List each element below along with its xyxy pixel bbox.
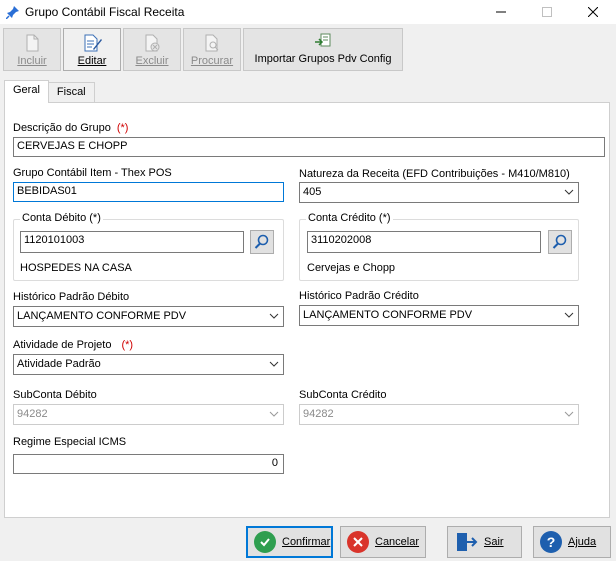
chevron-down-icon: [564, 312, 574, 318]
hist-debito-select[interactable]: LANÇAMENTO CONFORME PDV: [13, 306, 284, 327]
natureza-select[interactable]: 405: [299, 182, 579, 203]
descricao-input[interactable]: CERVEJAS E CHOPP: [13, 137, 605, 157]
conta-credito-title: Conta Crédito (*): [306, 212, 393, 224]
subconta-credito-select: 94282: [299, 404, 579, 425]
procurar-label: Procurar: [190, 55, 234, 67]
regime-label: Regime Especial ICMS: [13, 436, 127, 448]
maximize-icon: [542, 7, 552, 17]
conta-credito-desc: Cervejas e Chopp: [307, 262, 396, 274]
maximize-button: [524, 0, 570, 24]
tab-fiscal[interactable]: Fiscal: [47, 82, 95, 102]
incluir-label: Incluir: [17, 55, 47, 67]
excluir-label: Excluir: [135, 55, 169, 67]
subconta-debito-label: SubConta Débito: [13, 389, 97, 401]
title-bar: Grupo Contábil Fiscal Receita: [0, 0, 616, 24]
conta-debito-desc: HOSPEDES NA CASA: [20, 262, 132, 274]
pin-icon: [6, 6, 19, 19]
close-icon: [588, 7, 598, 17]
chevron-down-icon: [269, 411, 279, 417]
confirmar-button[interactable]: Confirmar: [246, 526, 333, 558]
window-title: Grupo Contábil Fiscal Receita: [25, 5, 185, 19]
hist-credito-select[interactable]: LANÇAMENTO CONFORME PDV: [299, 305, 579, 326]
atividade-label: Atividade de Projeto (*): [13, 339, 133, 351]
conta-debito-input[interactable]: 1120101003: [20, 231, 244, 253]
chevron-down-icon: [564, 411, 574, 417]
atividade-value: Atividade Padrão: [17, 358, 101, 370]
sair-button[interactable]: Sair: [447, 526, 522, 558]
toolbar: Incluir Editar Excluir Procurar Importar…: [0, 26, 616, 72]
conta-credito-search-button[interactable]: [548, 230, 572, 254]
hist-credito-label: Histórico Padrão Crédito: [299, 290, 419, 302]
conta-credito-group: Conta Crédito (*) 3110202008 Cervejas e …: [299, 212, 579, 281]
search-icon: [552, 234, 567, 249]
hist-credito-value: LANÇAMENTO CONFORME PDV: [303, 309, 473, 321]
natureza-label: Natureza da Receita (EFD Contribuições -…: [299, 168, 570, 180]
subconta-credito-label: SubConta Crédito: [299, 389, 387, 401]
tab-area: Geral Fiscal Descrição do Grupo (*) CERVE…: [4, 80, 610, 518]
subconta-debito-select: 94282: [13, 404, 284, 425]
conta-credito-input[interactable]: 3110202008: [307, 231, 541, 253]
grupo-item-label: Grupo Contábil Item - Thex POS: [13, 167, 172, 179]
search-icon: [254, 234, 269, 249]
incluir-button: Incluir: [3, 28, 61, 71]
subconta-credito-value: 94282: [303, 408, 334, 420]
edit-document-icon: [84, 34, 102, 52]
natureza-value: 405: [303, 186, 322, 198]
ajuda-label: Ajuda: [568, 536, 597, 548]
procurar-button: Procurar: [183, 28, 241, 71]
atividade-select[interactable]: Atividade Padrão: [13, 354, 284, 375]
importar-grupos-button[interactable]: Importar Grupos Pdv Config: [243, 28, 403, 71]
cancelar-label: Cancelar: [375, 536, 420, 548]
ajuda-button[interactable]: ? Ajuda: [533, 526, 611, 558]
grupo-item-input[interactable]: BEBIDAS01: [13, 182, 284, 202]
required-mark: (*): [121, 339, 134, 351]
sair-label: Sair: [484, 536, 504, 548]
cancel-icon: [347, 531, 369, 553]
subconta-debito-value: 94282: [17, 408, 48, 420]
tab-geral[interactable]: Geral: [4, 80, 49, 103]
required-mark: (*): [116, 122, 129, 134]
minimize-icon: [496, 11, 506, 13]
check-icon: [254, 531, 276, 553]
help-icon: ?: [540, 531, 562, 553]
hist-debito-value: LANÇAMENTO CONFORME PDV: [17, 310, 187, 322]
chevron-down-icon: [564, 189, 574, 195]
geral-panel: Descrição do Grupo (*) CERVEJAS E CHOPP G…: [4, 102, 610, 518]
chevron-down-icon: [269, 361, 279, 367]
minimize-button[interactable]: [478, 0, 524, 24]
conta-debito-search-button[interactable]: [250, 230, 274, 254]
regime-input[interactable]: 0: [13, 454, 284, 474]
descricao-label-text: Descrição do Grupo: [13, 122, 111, 134]
conta-debito-title: Conta Débito (*): [20, 212, 103, 224]
hist-debito-label: Histórico Padrão Débito: [13, 291, 130, 303]
close-button[interactable]: [570, 0, 616, 24]
cancelar-button[interactable]: Cancelar: [340, 526, 426, 558]
importar-label: Importar Grupos Pdv Config: [254, 53, 392, 65]
import-icon: [315, 33, 331, 47]
search-document-icon: [205, 34, 219, 52]
editar-label: Editar: [77, 55, 107, 67]
descricao-label: Descrição do Grupo (*): [13, 122, 128, 134]
chevron-down-icon: [269, 313, 279, 319]
excluir-button: Excluir: [123, 28, 181, 71]
exit-door-icon: [457, 533, 478, 551]
footer-bar: Confirmar Cancelar Sair ? Ajuda: [0, 522, 616, 561]
conta-debito-group: Conta Débito (*) 1120101003 HOSPEDES NA …: [13, 212, 284, 281]
new-document-icon: [26, 34, 39, 52]
editar-button[interactable]: Editar: [63, 28, 121, 71]
confirmar-label: Confirmar: [282, 536, 331, 548]
atividade-label-text: Atividade de Projeto: [13, 339, 112, 351]
delete-document-icon: [145, 34, 160, 52]
